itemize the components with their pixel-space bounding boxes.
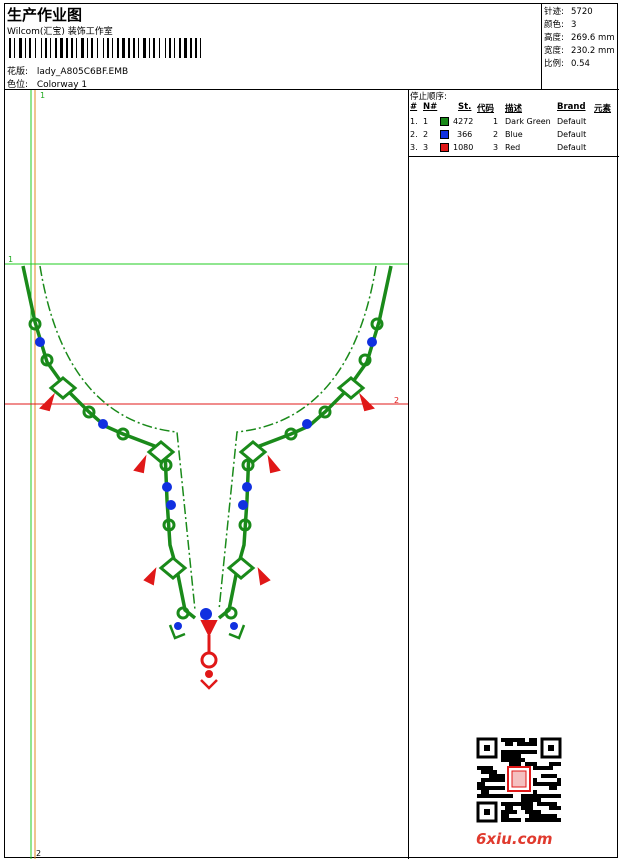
col-code: 代码 [477,104,495,114]
guide-label-h2: 2 [394,396,399,405]
stat-colors: 颜色: 3 [544,20,577,30]
dot [166,500,176,510]
qr-code-image [476,737,562,823]
watermark-site: 6xiu.com [476,830,553,848]
col-needle: N# [423,102,438,112]
dot [302,419,312,429]
ring [224,606,238,620]
dot [35,337,45,347]
dot [98,419,108,429]
colorway-label: 色位: [7,80,29,90]
pendant-arrow [200,620,218,638]
sheet-header: 生产作业图 Wilcom(汇宝) 装饰工作室 花版: lady_A805C6BF… [5,4,619,90]
ring [358,353,372,367]
embroidery-canvas: 1 2 1 2 [5,90,409,859]
col-description: 描述 [505,104,523,114]
arrow [133,454,147,474]
red-accents [39,392,375,690]
col-no: # [410,102,418,112]
color-swatch [440,143,449,152]
dot [174,622,182,630]
colorway-row: 色位: Colorway 1 [7,77,87,90]
ring [176,606,190,620]
company-name: Wilcom(汇宝) 装饰工作室 [7,27,113,37]
arrow [257,567,271,586]
color-swatch [440,130,449,139]
diamond-motifs [48,376,366,580]
blue-dots [35,337,377,630]
design-file: lady_A805C6BF.EMB [36,67,129,77]
barcode [9,38,201,58]
dot [200,608,212,620]
stat-height: 高度: 269.6 mm [544,33,615,43]
dot [242,482,252,492]
guide-label-v1: 1 [40,91,45,100]
guide-label-v2: 2 [36,849,41,858]
stat-scale: 比例: 0.54 [544,59,590,69]
arrow [39,392,56,412]
dot [238,500,248,510]
pendant-chevron [200,679,218,690]
guide-label-h1: 1 [8,255,13,264]
col-brand: Brand [557,102,586,112]
pendant-ring [200,651,218,669]
arrow [358,392,375,412]
dot [367,337,377,347]
design-label: 花版: [7,67,29,77]
diamond [226,556,256,580]
dot [230,622,238,630]
dot [162,482,172,492]
pendant-dot [205,670,213,678]
chain-rings [28,317,384,620]
colorway-value: Colorway 1 [36,80,88,90]
stop-sequence-panel: 停止顺序: # N# St. 代码 描述 Brand 元素 1. 1 4272 … [408,90,619,157]
col-stitches: St. [458,102,472,112]
sheet-title: 生产作业图 [7,6,83,24]
diamond [158,556,188,580]
color-swatch [440,117,449,126]
design-stats: 针迹: 5720 颜色: 3 高度: 269.6 mm 宽度: 230.2 mm 比例:… [541,4,619,90]
arrow [143,567,157,586]
col-element: 元素 [594,104,612,114]
stat-stitches: 针迹: 5720 [544,7,593,17]
arrow [267,454,281,474]
stop-sequence-title: 停止顺序: [410,92,447,102]
stat-width: 宽度: 230.2 mm [544,46,615,56]
design-row: 花版: lady_A805C6BF.EMB [7,64,128,77]
production-sheet: 生产作业图 Wilcom(汇宝) 装饰工作室 花版: lady_A805C6BF… [4,3,619,859]
